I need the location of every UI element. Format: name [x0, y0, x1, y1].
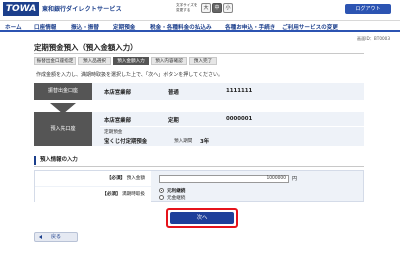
back-button[interactable]: 戻る: [34, 232, 78, 242]
title-divider: [34, 53, 364, 54]
amount-required-tag: 【必須】: [106, 176, 126, 181]
maturity-option-principal-radio[interactable]: [159, 195, 164, 200]
maturity-option-principal-interest-label[interactable]: 元利継続: [167, 188, 185, 194]
deposit-account-label: 預入先口座: [34, 112, 92, 146]
logout-button[interactable]: ログアウト: [345, 4, 391, 14]
source-account-panel: 振替出金口座 本店営業部 普通 1111111: [34, 83, 364, 100]
maturity-required-tag: 【必須】: [102, 192, 121, 197]
input-section-heading: 預入情報の入力: [34, 156, 364, 165]
step-4: 預入内容確認: [151, 57, 187, 65]
nav-item-time-deposit[interactable]: 定期預金: [113, 23, 135, 31]
deposit-input-form: 【必須】 預入金額 1000000 円 【必須】 満期時取扱 元利継続 元金継続: [34, 170, 364, 202]
main-nav: ホーム 口座情報 振込・振替 定期預金 税金・各種料金の払込み 各種お申込・手続…: [0, 20, 400, 32]
deposit-account-type: 定期: [168, 118, 179, 124]
nav-item-tax-payment[interactable]: 税金・各種料金の払込み: [150, 23, 212, 31]
maturity-option-principal-label[interactable]: 元金継続: [167, 195, 185, 201]
fontsize-large-button[interactable]: 大: [201, 3, 211, 13]
nav-item-account-info[interactable]: 口座情報: [34, 23, 56, 31]
page-title: 定期預金預入（預入金額入力）: [34, 43, 138, 52]
amount-label: 預入金額: [126, 176, 145, 181]
deposit-branch: 本店営業部: [104, 118, 131, 124]
next-button-highlight: 次へ: [166, 208, 238, 228]
fontsize-label: 文字サイズを変更する: [176, 3, 198, 12]
nav-item-applications[interactable]: 各種お申込・手続き: [225, 23, 275, 31]
bank-name: 東和銀行: [42, 6, 67, 13]
header: TOWA 東和銀行 ダイレクトサービス 文字サイズを変更する 大 中 小 ログア…: [0, 0, 400, 20]
service-name: ダイレクトサービス: [66, 6, 122, 13]
amount-label-cell: 【必須】 預入金額: [35, 171, 151, 186]
nav-item-home[interactable]: ホーム: [5, 23, 22, 31]
source-account-number: 1111111: [226, 88, 253, 94]
product-category: 定期預金: [104, 130, 123, 135]
fontsize-medium-button[interactable]: 中: [212, 3, 222, 13]
back-button-label: 戻る: [50, 234, 61, 240]
source-account-type: 普通: [168, 90, 179, 96]
deposit-account-number: 0000001: [226, 116, 253, 122]
deposit-row-divider: [100, 126, 364, 127]
step-3-current: 預入金額入力: [113, 57, 149, 65]
step-2: 預入品選択: [78, 57, 111, 65]
source-branch: 本店営業部: [104, 90, 131, 96]
maturity-label-cell: 【必須】 満期時取扱: [35, 187, 151, 202]
next-button[interactable]: 次へ: [170, 212, 234, 224]
nav-item-service-change[interactable]: ご利用サービスの変更: [282, 23, 338, 31]
screen-id: 画面ID：BT0003: [356, 36, 390, 41]
step-1: 振替出金口座指定: [34, 57, 76, 65]
source-account-label: 振替出金口座: [34, 83, 92, 100]
instruction-text: 作成金額を入力し、満期時取扱を選択した上で、「次へ」ボタンを押してください。: [36, 72, 224, 78]
step-5: 預入完了: [189, 57, 217, 65]
deposit-account-panel: 預入先口座 本店営業部 定期 0000001 定期預金 宝くじ付定期預金 預入期…: [34, 112, 364, 146]
maturity-option-principal-interest-radio[interactable]: [159, 188, 164, 193]
term-label: 預入期間: [174, 139, 193, 144]
back-arrow-icon: [39, 235, 42, 239]
maturity-label: 満期時取扱: [122, 192, 145, 197]
amount-unit: 円: [292, 176, 298, 182]
nav-item-transfer[interactable]: 振込・振替: [71, 23, 99, 31]
section-divider: [34, 166, 364, 167]
towa-logo[interactable]: TOWA: [3, 2, 39, 16]
deposit-amount-input[interactable]: 1000000: [159, 175, 289, 183]
product-name: 宝くじ付定期預金: [104, 139, 148, 145]
fontsize-small-button[interactable]: 小: [223, 3, 233, 13]
term-value: 3年: [200, 139, 210, 145]
